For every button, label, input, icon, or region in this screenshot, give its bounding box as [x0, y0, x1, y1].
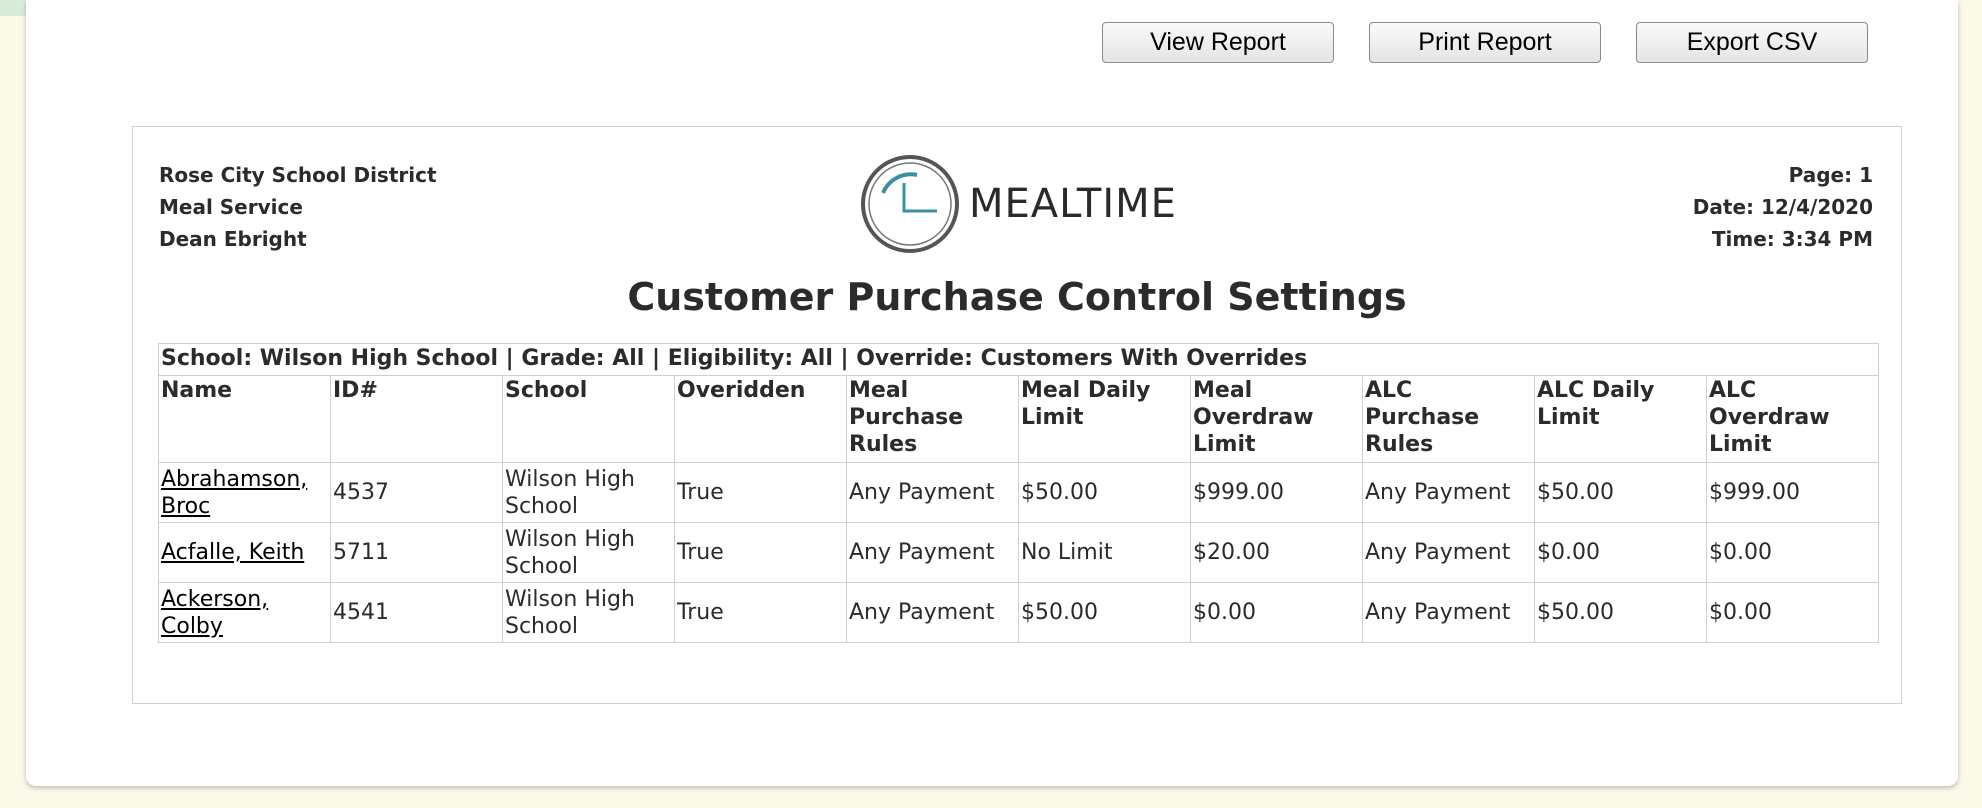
- col-meal-daily-limit: Meal Daily Limit: [1018, 375, 1191, 463]
- report-header-left: Rose City School District Meal Service D…: [159, 159, 437, 255]
- cell-meal-daily: $50.00: [1018, 582, 1191, 643]
- cell-meal-daily: $50.00: [1018, 462, 1191, 523]
- col-alc-daily-limit: ALC Daily Limit: [1534, 375, 1707, 463]
- table-row: Abrahamson, Broc 4537 Wilson High School…: [158, 462, 1880, 523]
- cell-alc-daily: $50.00: [1534, 582, 1707, 643]
- customer-name-link[interactable]: Acfalle, Keith: [161, 540, 304, 565]
- cell-name: Acfalle, Keith: [158, 522, 331, 583]
- cell-id: 4541: [330, 582, 503, 643]
- filter-summary: School: Wilson High School | Grade: All …: [157, 343, 1880, 376]
- customer-name-link[interactable]: Ackerson, Colby: [161, 587, 268, 639]
- page-card: View Report Print Report Export CSV Rose…: [26, 0, 1958, 786]
- page-number: Page: 1: [1788, 163, 1873, 187]
- cell-meal-rules: Any Payment: [846, 582, 1019, 643]
- cell-meal-overdraw: $999.00: [1190, 462, 1363, 523]
- cell-alc-daily: $0.00: [1534, 522, 1707, 583]
- cell-name: Abrahamson, Broc: [158, 462, 331, 523]
- filter-row: School: Wilson High School | Grade: All …: [157, 343, 1880, 376]
- col-meal-purchase-rules: Meal Purchase Rules: [846, 375, 1019, 463]
- cell-meal-daily: No Limit: [1018, 522, 1191, 583]
- cell-meal-overdraw: $20.00: [1190, 522, 1363, 583]
- cell-name: Ackerson, Colby: [158, 582, 331, 643]
- view-report-button[interactable]: View Report: [1102, 22, 1334, 63]
- report-header-right: Page: 1 Date: 12/4/2020 Time: 3:34 PM: [1693, 159, 1873, 255]
- logo-wordmark: MEALTIME: [969, 181, 1177, 227]
- print-report-button[interactable]: Print Report: [1369, 22, 1601, 63]
- customer-name-link[interactable]: Abrahamson, Broc: [161, 467, 307, 519]
- clock-icon: [861, 155, 959, 253]
- department-name: Meal Service: [159, 195, 303, 219]
- cell-alc-rules: Any Payment: [1362, 462, 1535, 523]
- corner-accent: [0, 0, 26, 16]
- cell-meal-overdraw: $0.00: [1190, 582, 1363, 643]
- cell-alc-daily: $50.00: [1534, 462, 1707, 523]
- col-alc-purchase-rules: ALC Purchase Rules: [1362, 375, 1535, 463]
- cell-alc-rules: Any Payment: [1362, 522, 1535, 583]
- export-csv-button[interactable]: Export CSV: [1636, 22, 1868, 63]
- cell-id: 4537: [330, 462, 503, 523]
- cell-overridden: True: [674, 582, 847, 643]
- cell-alc-overdraw: $0.00: [1705, 522, 1880, 583]
- report-title: Customer Purchase Control Settings: [627, 275, 1407, 319]
- cell-overridden: True: [674, 522, 847, 583]
- mealtime-logo: MEALTIME: [859, 153, 1177, 255]
- column-header-row: Name ID# School Overidden Meal Purchase …: [158, 375, 1880, 463]
- table-row: Acfalle, Keith 5711 Wilson High School T…: [158, 522, 1880, 583]
- purchase-control-table: School: Wilson High School | Grade: All …: [157, 343, 1880, 643]
- report-time: Time: 3:34 PM: [1711, 227, 1873, 251]
- col-overridden: Overidden: [674, 375, 847, 463]
- cell-school: Wilson High School: [502, 582, 675, 643]
- cell-id: 5711: [330, 522, 503, 583]
- col-meal-overdraw-limit: Meal Overdraw Limit: [1190, 375, 1363, 463]
- report-panel: Rose City School District Meal Service D…: [132, 126, 1902, 704]
- col-school: School: [502, 375, 675, 463]
- col-id: ID#: [330, 375, 503, 463]
- user-name: Dean Ebright: [159, 227, 307, 251]
- report-date: Date: 12/4/2020: [1692, 195, 1873, 219]
- cell-meal-rules: Any Payment: [846, 522, 1019, 583]
- table-row: Ackerson, Colby 4541 Wilson High School …: [158, 582, 1880, 643]
- district-name: Rose City School District: [159, 163, 437, 187]
- cell-school: Wilson High School: [502, 522, 675, 583]
- cell-school: Wilson High School: [502, 462, 675, 523]
- cell-alc-overdraw: $0.00: [1705, 582, 1880, 643]
- col-alc-overdraw-limit: ALC Overdraw Limit: [1705, 375, 1880, 463]
- report-toolbar: View Report Print Report Export CSV: [1102, 22, 1868, 63]
- cell-alc-rules: Any Payment: [1362, 582, 1535, 643]
- cell-alc-overdraw: $999.00: [1705, 462, 1880, 523]
- cell-meal-rules: Any Payment: [846, 462, 1019, 523]
- cell-overridden: True: [674, 462, 847, 523]
- col-name: Name: [158, 375, 331, 463]
